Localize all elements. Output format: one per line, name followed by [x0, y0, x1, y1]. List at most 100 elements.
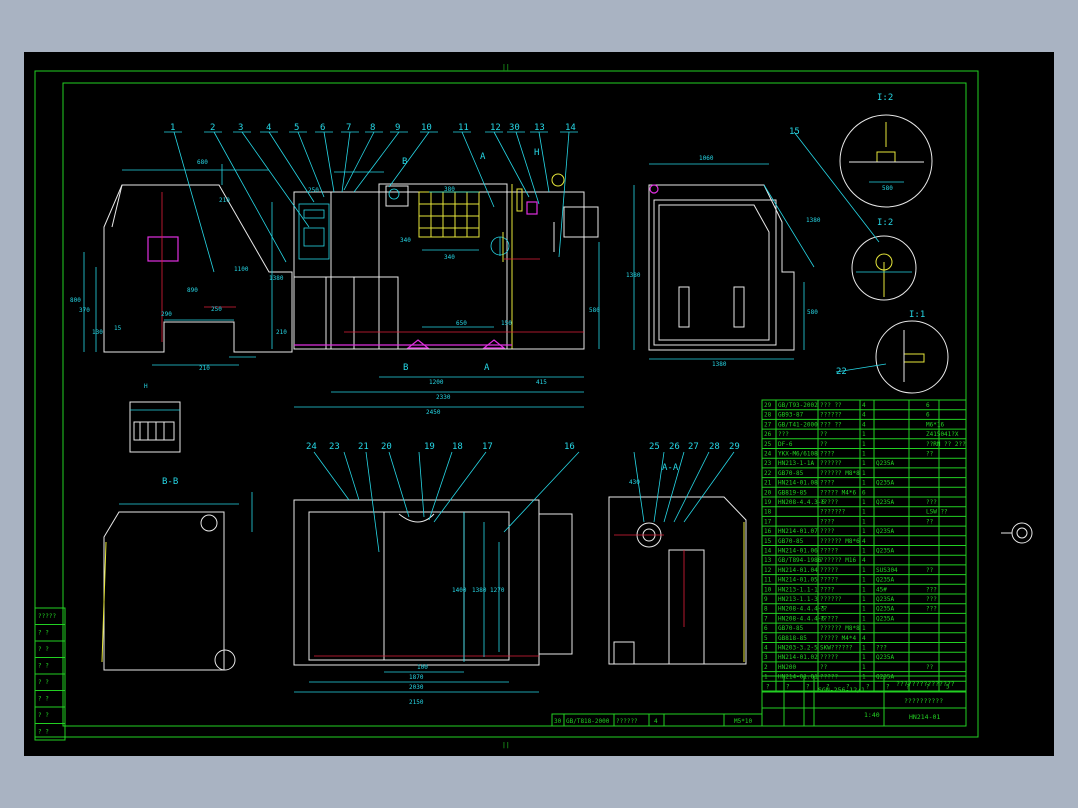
parts-cell: Q235A [876, 654, 894, 661]
drawing-rect [653, 199, 777, 346]
parts-row: 3 HN214-01.02????? 1 Q235A [762, 654, 966, 663]
cooling-panel [418, 191, 480, 238]
parts-cell: 18 [764, 509, 772, 516]
parts-cell: ?? [926, 518, 934, 525]
drawing-label: 21 [358, 442, 369, 452]
left-side-view: 680 800 370 130 15 210 890 290 250 1100 … [70, 159, 293, 372]
drawing-circle [1011, 522, 1033, 544]
parts-cell: ?????? M8*6 [820, 538, 860, 545]
drawing-label: 4 [654, 718, 658, 725]
drawing-label: 15 [114, 325, 122, 332]
parts-row: 6 GB70-85 ?????? M8*8 1 [762, 625, 966, 634]
drawing-label: B [403, 363, 408, 373]
parts-cell: ?????? [820, 596, 842, 603]
drawing-label: 2150 [409, 699, 424, 706]
drawing-label: 680 [197, 159, 208, 166]
drawing-label: 11 [458, 123, 469, 133]
drawing-label: 580 [807, 309, 818, 316]
drawing-label: 15 [789, 127, 800, 137]
drawing-label: 580 [589, 307, 600, 314]
drawing-rect [330, 191, 380, 350]
drawing-line [173, 131, 215, 273]
drawing-rect [293, 191, 332, 350]
parts-cell: 1 [862, 548, 866, 555]
drawing-label: 430 [629, 479, 640, 486]
drawing-label: 2 [210, 123, 215, 133]
parts-cell: 15 [764, 538, 772, 545]
drawing-rect [563, 206, 599, 238]
parts-cell: GB818-85 [778, 635, 807, 642]
drawing-label: ??????????????? [896, 680, 955, 688]
drawing-label: 1380 [712, 361, 727, 368]
drawing-label: 1380 [269, 275, 284, 282]
drawing-circle [875, 320, 949, 394]
drawing-label: 250 [211, 306, 222, 313]
parts-row: 8 HN208-4.4.4-5?? 1 Q235A??? [762, 606, 966, 614]
parts-cell: SUS304 [876, 567, 898, 574]
parts-cell: HN214-01.05 [778, 577, 818, 584]
drawing-rect [876, 151, 896, 163]
drawing-line [341, 131, 351, 193]
parts-cell: 4 [862, 538, 866, 545]
parts-cell: 20 [764, 489, 772, 496]
parts-cell: 10 [764, 586, 772, 593]
drawing-label: 26 [669, 442, 680, 452]
parts-cell: 4 [862, 402, 866, 409]
parts-row: 29 GB/T93-2002??? ?? 4 6 [762, 402, 966, 411]
parts-cell: Q235A [876, 548, 894, 555]
parts-cell: 3 [764, 654, 768, 661]
parts-row: 18??????? 1 LSW ?? [762, 509, 966, 517]
parts-cell: ???? [820, 451, 835, 458]
drawing-line [558, 131, 570, 258]
drawing-line [418, 451, 425, 518]
drawing-label: 1:40 [864, 711, 880, 719]
drawing-label: 19 [424, 442, 435, 452]
drawing-line [633, 451, 645, 523]
parts-cell: ?? [820, 606, 828, 613]
left-table-cell: ? ? [38, 679, 49, 686]
drawing-label: 1060 [699, 155, 714, 162]
parts-cell: ???? [820, 480, 835, 487]
drawing-label: H [534, 148, 539, 158]
parts-cell: 1 [862, 674, 866, 681]
parts-cell: 4 [862, 557, 866, 564]
parts-header-cell: ? [886, 683, 890, 690]
drawing-line [388, 451, 410, 518]
parts-cell: 1 [862, 606, 866, 613]
view-a-a: A-A 25 26 27 28 29 430 [608, 442, 747, 665]
drawing-label: 415 [536, 379, 547, 386]
parts-row: 28 GB93-87?????? 4 6 [762, 412, 966, 420]
drawing-rect [129, 401, 181, 453]
drawing-label: 1100 [234, 266, 249, 273]
drawing-label: 210 [199, 365, 210, 372]
parts-row: 26????? 1 Z415041?X [762, 431, 966, 440]
parts-cell: ????? [820, 615, 838, 622]
drawing-label: 2450 [426, 409, 441, 416]
parts-cell: GB/T93-2002 [778, 402, 818, 409]
parts-cell: 1 [862, 664, 866, 671]
drawing-line [653, 451, 665, 523]
drawing-path [482, 339, 506, 349]
parts-cell: 1 [862, 567, 866, 574]
parts-cell: ????? M4*6 [820, 489, 857, 496]
parts-cell: HN214-01.08 [778, 480, 818, 487]
parts-cell: ?? [926, 664, 934, 671]
drawing-label: 27 [688, 442, 699, 452]
drawing-path [648, 184, 795, 351]
parts-cell: HN208-4.4.3-6 [778, 499, 825, 506]
parts-cell: HN214-01.07 [778, 528, 818, 535]
drawing-label: B-B [162, 477, 178, 487]
drawing-label: 29 [729, 442, 740, 452]
cad-viewport[interactable]: || || 680 800 370 130 15 210 890 290 250… [24, 52, 1054, 756]
parts-cell: ??? [926, 596, 937, 603]
parts-cell: 1 [862, 615, 866, 622]
parts-cell: 26 [764, 431, 772, 438]
small-detail: H [129, 383, 181, 453]
parts-header-cell: ? [806, 683, 810, 690]
drawing-label: 380 [444, 186, 455, 193]
drawing-rect [293, 276, 355, 350]
top-marker: || [502, 63, 510, 71]
parts-cell: ?????? M8*8 [820, 625, 860, 632]
parts-cell: Q235A [876, 499, 894, 506]
parts-cell: 7 [764, 615, 768, 622]
